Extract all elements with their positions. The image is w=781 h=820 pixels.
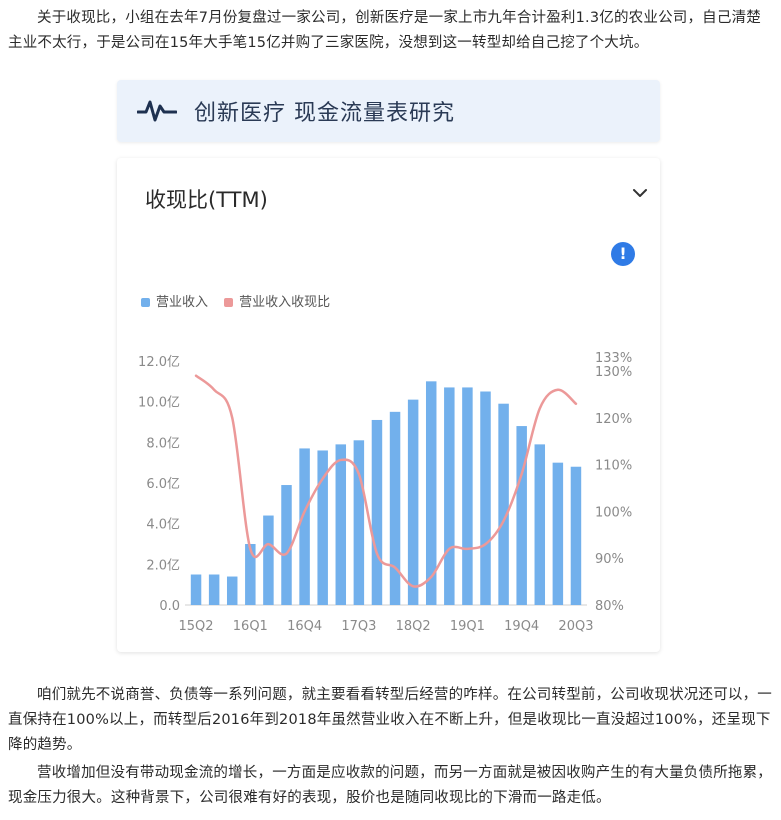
- analysis-paragraph: 咱们就先不说商誉、负债等一系列问题，就主要看看转型后经营的咋样。在公司转型前，公…: [8, 687, 772, 753]
- x-tick-label: 19Q4: [504, 619, 539, 634]
- y-right-tick-label: 120%: [595, 412, 632, 427]
- revenue-bar: [444, 387, 455, 605]
- revenue-bar: [516, 426, 527, 605]
- revenue-bar: [498, 403, 509, 605]
- x-tick-label: 16Q1: [233, 619, 268, 634]
- y-left-tick-label: 0.0: [159, 599, 180, 614]
- x-tick-label: 17Q3: [341, 619, 376, 634]
- revenue-bar: [263, 515, 274, 605]
- y-left-tick-label: 2.0亿: [146, 558, 180, 573]
- revenue-bar: [552, 462, 564, 605]
- x-tick-label: 15Q2: [179, 619, 214, 634]
- chart-plot: 0.0 2.0亿 4.0亿 6.0亿 8.0亿 10.0亿 12.0亿 80% 90% 100% 1…: [138, 351, 632, 634]
- revenue-bar: [208, 574, 220, 605]
- revenue-bar: [534, 444, 546, 605]
- y-right-tick-label: 110%: [595, 459, 632, 474]
- y-left-tick-label: 4.0亿: [146, 518, 180, 533]
- chart-card: 收现比(TTM) ! 营业收入 营业收入收现比 0.0 2.0亿 4.0亿 6.0亿 8…: [117, 158, 660, 652]
- pulse-wave-icon: [137, 100, 177, 122]
- y-left-tick-label: 6.0亿: [146, 477, 180, 492]
- x-tick-label: 18Q2: [396, 619, 431, 634]
- revenue-bar: [389, 411, 401, 605]
- y-left-tick-label: 10.0亿: [138, 396, 180, 411]
- x-tick-label: 19Q1: [450, 619, 485, 634]
- revenue-bar: [226, 576, 238, 605]
- y-right-tick-label: 100%: [595, 505, 632, 520]
- revenue-bar: [190, 574, 202, 605]
- y-right-tick-label: 133%: [595, 351, 632, 366]
- x-tick-label: 16Q4: [287, 619, 322, 634]
- y-right-tick-label: 90%: [595, 552, 624, 567]
- revenue-bar: [570, 466, 582, 605]
- revenue-bar: [371, 419, 383, 605]
- y-right-tick-label: 130%: [595, 365, 632, 380]
- intro-paragraph: 关于收现比，小组在去年7月份复盘过一家公司，创新医疗是一家上市九年合计盈利1.3…: [8, 10, 761, 51]
- report-title: 创新医疗 现金流量表研究: [194, 101, 455, 126]
- revenue-bar: [245, 544, 256, 605]
- revenue-bar: [299, 448, 310, 605]
- revenue-bar: [480, 391, 491, 605]
- revenue-bar: [335, 444, 347, 605]
- y-left-tick-label: 8.0亿: [146, 436, 180, 451]
- y-left-tick-label: 12.0亿: [138, 355, 180, 370]
- y-right-tick-label: 80%: [595, 599, 624, 614]
- x-tick-label: 20Q3: [558, 619, 593, 634]
- revenue-bar: [462, 387, 473, 605]
- conclusion-paragraph: 营收增加但没有带动现金流的增长，一方面是应收款的问题，而另一方面就是被因收购产生…: [8, 765, 772, 806]
- report-header: 创新医疗 现金流量表研究: [117, 80, 660, 142]
- revenue-bar: [407, 399, 419, 605]
